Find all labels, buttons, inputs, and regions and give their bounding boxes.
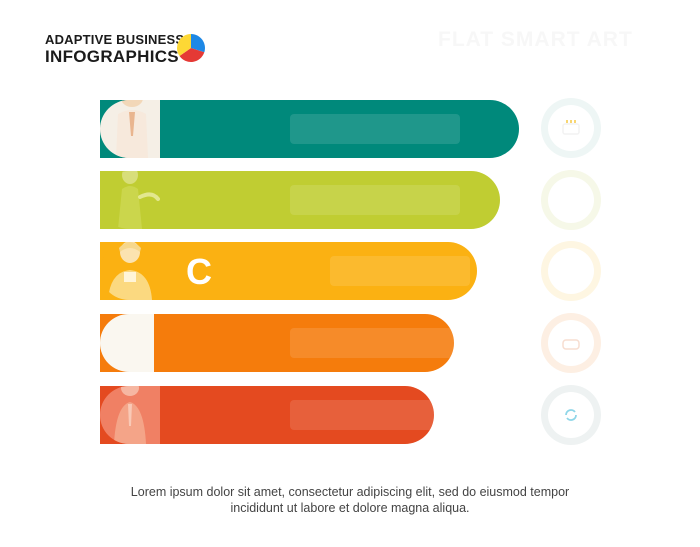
brand-title: ADAPTIVE BUSINESS INFOGRAPHICS xyxy=(45,32,184,67)
briefcase-icon xyxy=(541,313,601,373)
caption-line1: Lorem ipsum dolor sit amet, consectetur … xyxy=(130,485,570,499)
woman-avatar-icon xyxy=(100,171,160,229)
caption-text: Lorem ipsum dolor sit amet, consectetur … xyxy=(100,484,600,516)
watermark-text: FLAT SMART ART xyxy=(438,28,633,51)
bar-row-2 xyxy=(100,171,500,229)
businessman-avatar-icon xyxy=(100,100,160,158)
lightbulb-icon xyxy=(541,241,601,301)
chat-bubble-icon xyxy=(541,170,601,230)
cake-icon xyxy=(541,98,601,158)
brand-title-line2: INFOGRAPHICS xyxy=(45,47,179,66)
pie-chart-logo-icon xyxy=(176,33,205,62)
bar-row-1 xyxy=(100,100,519,158)
caption-line2: incididunt ut labore et dolore magna ali… xyxy=(230,501,470,515)
person-avatar-icon xyxy=(100,314,160,372)
recycle-icon xyxy=(541,385,601,445)
brand-title-line1: ADAPTIVE BUSINESS xyxy=(45,32,185,47)
bar-row-3-label: C xyxy=(186,251,212,292)
man-avatar-icon xyxy=(100,386,160,444)
blonde-person-avatar-icon xyxy=(100,242,160,300)
